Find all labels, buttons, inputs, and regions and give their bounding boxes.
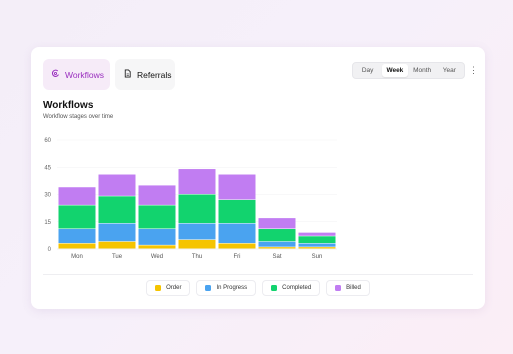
bar-segment	[138, 229, 176, 245]
bar-segment	[218, 174, 256, 200]
y-tick-label: 60	[44, 138, 51, 144]
legend-divider	[43, 274, 473, 275]
legend-swatch-billed	[335, 285, 342, 291]
x-tick-label: Wed	[151, 254, 163, 260]
bar-segment	[298, 232, 336, 236]
y-tick-label: 30	[44, 193, 51, 199]
y-tick-label: 0	[48, 247, 52, 253]
bar-segment	[98, 241, 136, 249]
bar-segment	[138, 185, 176, 205]
bar-segment	[218, 223, 256, 244]
legend-label-in-progress: In Progress	[216, 285, 248, 291]
x-tick-label: Sun	[312, 254, 323, 260]
bar-segment	[178, 239, 216, 249]
bar-segment	[258, 247, 296, 249]
bar-segment	[98, 223, 136, 242]
bar-segment	[258, 218, 296, 229]
x-tick-label: Sat	[272, 254, 281, 260]
bar-segment	[218, 243, 256, 249]
bar-segment	[138, 245, 176, 249]
bar-segment	[58, 187, 96, 205]
bar-segment	[298, 236, 336, 244]
bar-segment	[258, 241, 296, 247]
bar-segment	[298, 243, 336, 247]
bar-segment	[258, 229, 296, 242]
stacked-bar-chart: 0 15 30 45 60 Mon Tue Wed Thu Fri Sat Sun	[44, 138, 337, 260]
legend-swatch-order	[155, 285, 162, 291]
legend-label-billed: Billed	[346, 285, 361, 291]
bar-segment	[298, 247, 336, 249]
x-tick-label: Thu	[192, 254, 202, 260]
bar-segment	[218, 199, 256, 224]
legend-item-in-progress[interactable]: In Progress	[196, 280, 257, 296]
bar-segment	[178, 223, 216, 240]
x-tick-label: Mon	[71, 254, 83, 260]
x-tick-label: Tue	[112, 254, 123, 260]
legend-label-order: Order	[166, 285, 182, 291]
legend-item-completed[interactable]: Completed	[262, 280, 321, 296]
legend-swatch-completed	[271, 285, 278, 291]
legend-item-billed[interactable]: Billed	[326, 280, 370, 296]
bar-segment	[98, 196, 136, 224]
bar-segment	[98, 174, 136, 196]
bar-segment	[58, 243, 96, 249]
y-tick-label: 15	[44, 220, 51, 226]
bar-segment	[178, 169, 216, 194]
legend-item-order[interactable]: Order	[146, 280, 191, 296]
bar-segment	[58, 229, 96, 244]
legend-swatch-in-progress	[205, 285, 212, 291]
chart-legend: Order In Progress Completed Billed	[31, 280, 485, 296]
bar-segment	[58, 205, 96, 229]
bar-segment	[138, 205, 176, 229]
y-tick-label: 45	[44, 165, 51, 171]
legend-label-completed: Completed	[282, 285, 312, 291]
bar-segment	[178, 194, 216, 224]
workflow-card: Workflows Referrals Day Week Month Year …	[31, 47, 485, 309]
x-tick-label: Fri	[234, 254, 241, 260]
